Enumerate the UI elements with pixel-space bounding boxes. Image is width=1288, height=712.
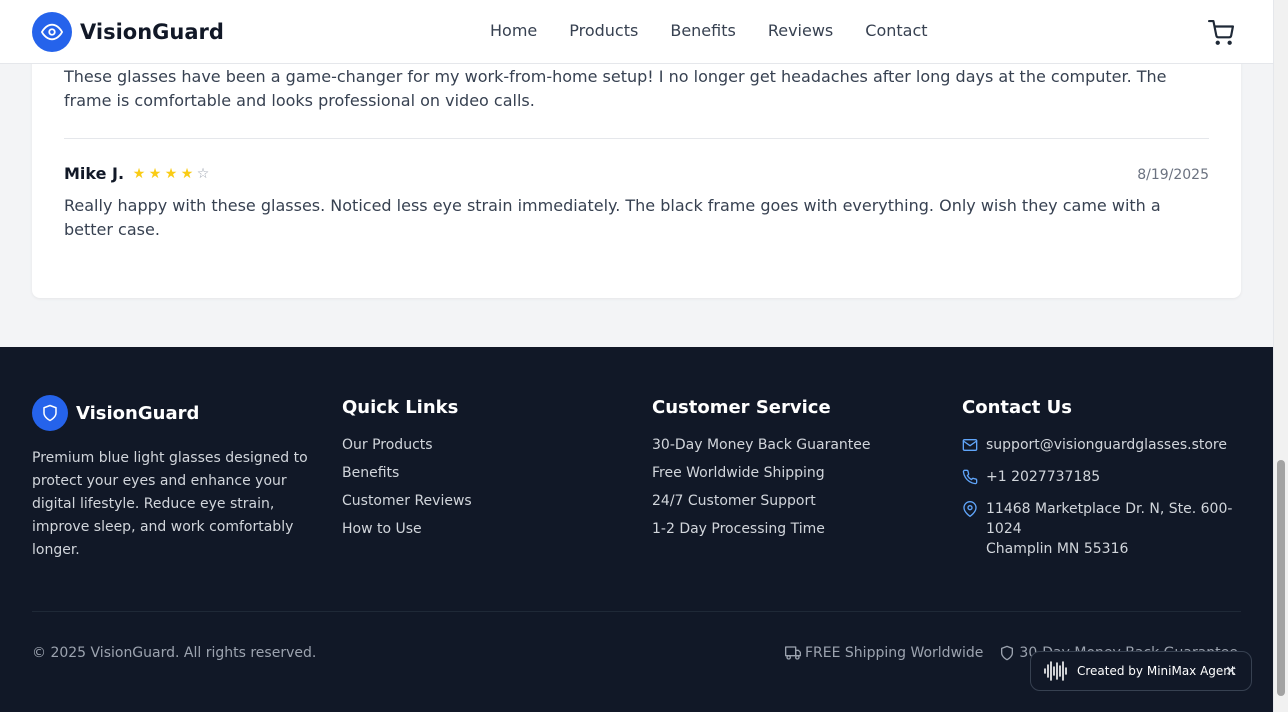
contact-email[interactable]: support@visionguardglasses.store [986,435,1227,455]
review-text: Really happy with these glasses. Noticed… [64,196,1161,239]
service-item: Free Worldwide Shipping [652,465,825,481]
shield-icon [32,395,68,431]
address-line-2: Champlin MN 55316 [986,541,1129,557]
footer-brand: VisionGuard [32,395,317,431]
star-icon: ★ [132,166,146,182]
brand-name: VisionGuard [80,20,224,44]
close-icon[interactable]: × [1225,662,1237,680]
quick-links-heading: Quick Links [342,397,459,418]
page-scrollbar[interactable] [1273,0,1288,712]
copyright: © 2025 VisionGuard. All rights reserved. [32,645,317,661]
contact-heading: Contact Us [962,397,1073,418]
nav-home[interactable]: Home [490,20,537,42]
star-icon: ★ [164,166,178,182]
contact-email-row[interactable]: support@visionguardglasses.store [962,435,1242,455]
address-line-1: 11468 Marketplace Dr. N, Ste. 600-1024 [986,501,1233,537]
truck-icon [785,646,801,660]
service-item: 1-2 Day Processing Time [652,521,825,537]
footer-link-benefits[interactable]: Benefits [342,463,472,483]
nav-benefits[interactable]: Benefits [670,20,736,42]
eye-icon [32,12,72,52]
review-date: 8/19/2025 [1137,167,1209,183]
site-header: VisionGuard Home Products Benefits Revie… [0,0,1273,64]
review-text: These glasses have been a game-changer f… [64,67,1167,110]
footer-about: VisionGuard Premium blue light glasses d… [32,395,317,562]
nav-reviews[interactable]: Reviews [768,20,833,42]
star-icon: ★ [180,166,194,182]
footer-customer-service: Customer Service 30-Day Money Back Guara… [652,395,871,547]
waveform-icon [1044,661,1067,681]
service-item: 24/7 Customer Support [652,493,816,509]
star-icon: ★ [148,166,162,182]
toast-text: Created by MiniMax Agent [1077,664,1236,678]
scrollbar-thumb[interactable] [1277,460,1285,696]
map-pin-icon [963,501,977,517]
nav-contact[interactable]: Contact [865,20,927,42]
footer-quick-links: Quick Links Our Products Benefits Custom… [342,395,472,547]
phone-icon [962,469,978,485]
mail-icon [962,439,978,451]
nav-products[interactable]: Products [569,20,638,42]
shipping-badge: FREE Shipping Worldwide [785,645,983,661]
contact-address-row: 11468 Marketplace Dr. N, Ste. 600-1024 C… [962,499,1242,559]
customer-service-heading: Customer Service [652,397,831,418]
footer-brand-name: VisionGuard [76,402,200,424]
footer-link-how-to-use[interactable]: How to Use [342,519,472,539]
footer-link-products[interactable]: Our Products [342,435,472,455]
brand-link[interactable]: VisionGuard [32,12,224,52]
footer-description: Premium blue light glasses designed to p… [32,450,308,558]
contact-phone[interactable]: +1 2027737185 [986,467,1100,487]
contact-phone-row[interactable]: +1 2027737185 [962,467,1242,487]
footer-link-reviews[interactable]: Customer Reviews [342,491,472,511]
minimax-toast: Created by MiniMax Agent × [1030,651,1252,691]
reviewer-name: Mike J. [64,164,125,183]
footer-divider [32,611,1241,612]
reviews-card: These glasses have been a game-changer f… [32,40,1241,298]
star-icon: ☆ [196,166,210,182]
shield-icon [1001,645,1014,661]
footer-contact: Contact Us support@visionguardglasses.st… [962,395,1242,571]
star-rating: ★ ★ ★ ★ ☆ [131,166,211,182]
service-item: 30-Day Money Back Guarantee [652,437,871,453]
main-nav: Home Products Benefits Reviews Contact [490,20,960,42]
shipping-badge-label: FREE Shipping Worldwide [805,645,984,661]
review-divider [64,138,1209,139]
cart-icon[interactable] [1208,20,1234,46]
